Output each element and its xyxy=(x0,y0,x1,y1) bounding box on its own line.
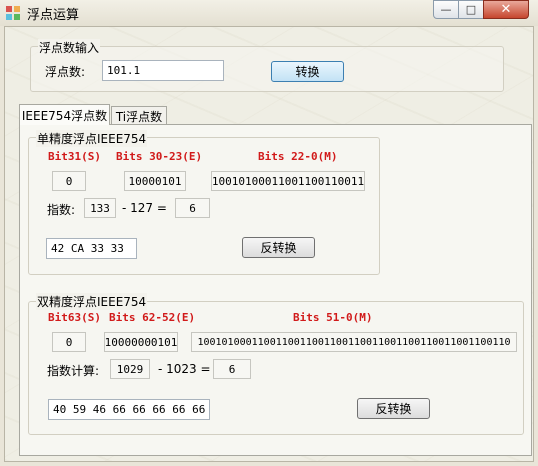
double-exponent-header: Bits 62-52(E) xyxy=(109,311,196,324)
single-legend: 单精度浮点IEEE754 xyxy=(36,130,148,147)
single-exponent-header: Bits 30-23(E) xyxy=(116,150,203,163)
float-input[interactable]: 101.1 xyxy=(102,60,224,81)
single-mantissa-header: Bits 22-0(M) xyxy=(258,150,338,163)
float-input-label: 浮点数: xyxy=(45,65,86,79)
window-title: 浮点运算 xyxy=(27,8,80,23)
single-hex-field[interactable]: 42 CA 33 33 xyxy=(46,238,137,259)
double-hex-field[interactable]: 40 59 46 66 66 66 66 66 xyxy=(48,399,210,420)
single-sign-header: Bit31(S) xyxy=(48,150,101,163)
double-legend: 双精度浮点IEEE754 xyxy=(36,293,148,310)
double-sign-header: Bit63(S) xyxy=(48,311,101,324)
convert-button[interactable]: 转换 xyxy=(271,61,344,82)
double-exp-result: 6 xyxy=(213,359,251,379)
double-exp-label: 指数计算: xyxy=(47,364,100,378)
double-exp-value: 1029 xyxy=(110,359,150,379)
single-sign-value: 0 xyxy=(52,171,86,191)
single-exponent-bits: 10000101 xyxy=(124,171,186,191)
input-group-legend: 浮点数输入 xyxy=(38,39,101,56)
single-exp-value: 133 xyxy=(84,198,116,218)
single-mantissa-bits: 10010100011001100110011 xyxy=(211,171,365,191)
tab-ieee754[interactable]: IEEE754浮点数 xyxy=(19,104,110,125)
double-reverse-button[interactable]: 反转换 xyxy=(357,398,430,419)
double-mantissa-header: Bits 51-0(M) xyxy=(293,311,373,324)
single-reverse-button[interactable]: 反转换 xyxy=(242,237,315,258)
window-controls: — □ ✕ xyxy=(433,0,533,19)
double-sign-value: 0 xyxy=(52,332,86,352)
double-bias-label: - 1023 = xyxy=(158,362,211,376)
minimize-button[interactable]: — xyxy=(433,0,459,19)
single-exp-result: 6 xyxy=(175,198,210,218)
double-mantissa-bits: 1001010001100110011001100110011001100110… xyxy=(191,332,517,352)
close-button[interactable]: ✕ xyxy=(483,0,529,19)
tab-ti-float[interactable]: Ti浮点数 xyxy=(111,106,167,125)
single-exp-label: 指数: xyxy=(47,203,76,217)
single-bias-label: - 127 = xyxy=(122,201,167,215)
maximize-button[interactable]: □ xyxy=(458,0,484,19)
app-icon xyxy=(6,6,20,20)
double-exponent-bits: 10000000101 xyxy=(104,332,178,352)
